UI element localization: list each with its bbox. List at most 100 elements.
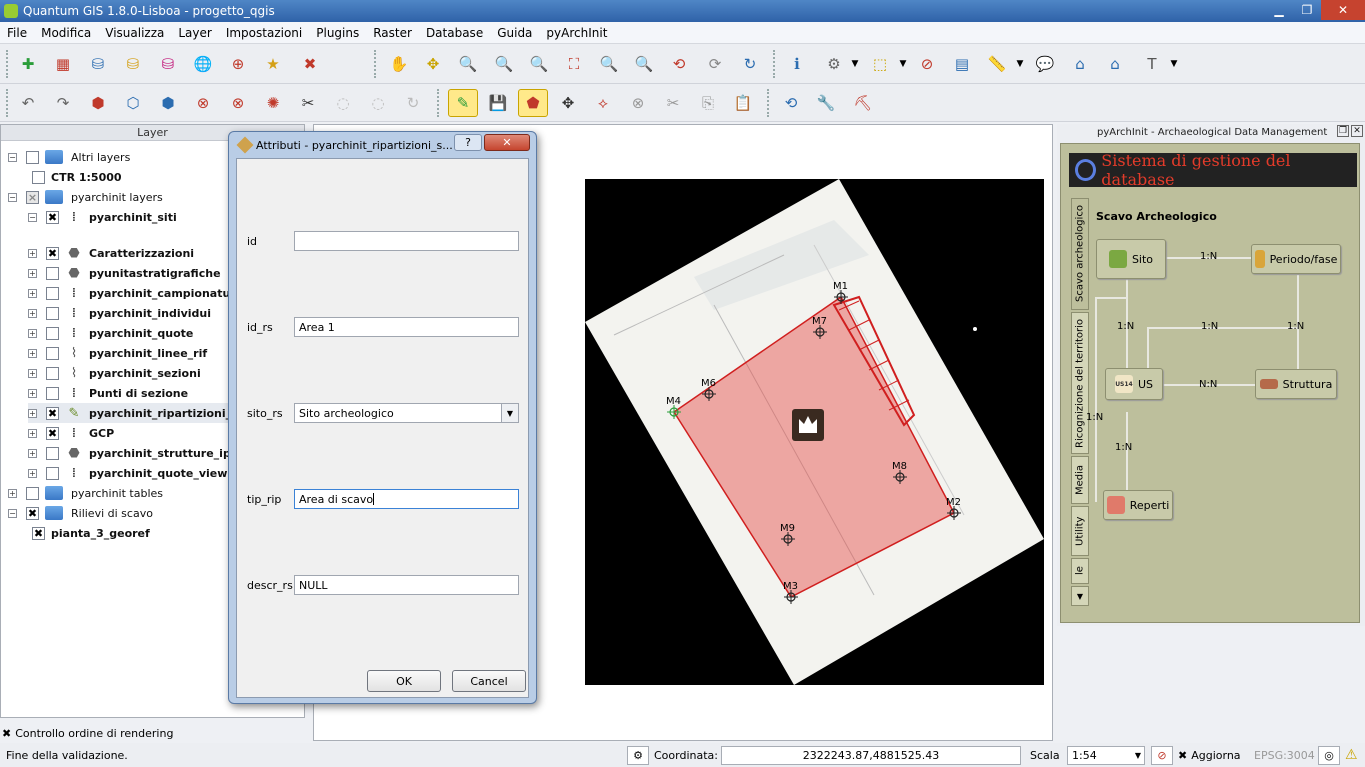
menu-database[interactable]: Database xyxy=(419,26,490,40)
offset-curve-icon[interactable]: ◌ xyxy=(331,91,355,115)
plugin-pyarchinit-icon[interactable]: ⛏ xyxy=(851,91,875,115)
identify-icon[interactable]: ℹ xyxy=(785,52,809,76)
expand-icon[interactable]: + xyxy=(28,448,37,458)
delete-selected-icon[interactable]: ⊗ xyxy=(626,91,650,115)
layer-item[interactable]: + ⁞ pyarchinit_individui xyxy=(28,303,211,323)
zoom-next-icon[interactable]: ⟳ xyxy=(703,52,727,76)
tip-rip-field[interactable]: Area di scavo xyxy=(294,489,519,509)
toggle-editing-icon[interactable]: ✎ xyxy=(448,89,478,117)
layer-visibility-checkbox[interactable]: ✖ xyxy=(26,506,39,520)
layer-visibility-checkbox[interactable]: × xyxy=(26,190,39,204)
toolbar-grip[interactable] xyxy=(767,89,770,117)
cancel-button[interactable]: Cancel xyxy=(452,670,526,692)
periodo-fase-button[interactable]: Periodo/fase xyxy=(1251,244,1341,274)
layer-visibility-checkbox[interactable] xyxy=(46,306,59,320)
layer-item[interactable]: − ✖ ⁞ pyarchinit_siti xyxy=(28,207,177,227)
collapse-icon[interactable]: − xyxy=(8,152,17,162)
deselect-icon[interactable]: ⊘ xyxy=(915,52,939,76)
expand-icon[interactable]: + xyxy=(28,368,37,378)
text-annotation-icon[interactable]: T xyxy=(1140,52,1164,76)
layer-visibility-checkbox[interactable] xyxy=(46,326,59,340)
menu-guida[interactable]: Guida xyxy=(490,26,539,40)
new-bookmark-icon[interactable]: ⌂ xyxy=(1068,52,1092,76)
menu-file[interactable]: File xyxy=(0,26,34,40)
split-features-icon[interactable]: ✂ xyxy=(296,91,320,115)
add-postgis-layer-icon[interactable]: ⛁ xyxy=(86,52,110,76)
select-features-icon[interactable]: ⬚ xyxy=(868,52,892,76)
expand-icon[interactable]: + xyxy=(28,348,37,358)
epsg-label[interactable]: EPSG:3004 xyxy=(1254,749,1315,762)
expand-icon[interactable]: + xyxy=(28,308,37,318)
layer-item[interactable]: + ⌇ pyarchinit_sezioni xyxy=(28,363,201,383)
menu-layer[interactable]: Layer xyxy=(171,26,218,40)
float-panel-icon[interactable]: ❐ xyxy=(1337,125,1349,137)
add-feature-icon[interactable]: ⬟ xyxy=(518,89,548,117)
expand-icon[interactable]: + xyxy=(28,388,37,398)
expand-icon[interactable]: + xyxy=(28,268,37,278)
descr-rs-field[interactable]: NULL xyxy=(294,575,519,595)
scale-combo[interactable]: 1:54 ▼ xyxy=(1067,746,1145,765)
close-icon[interactable]: ✕ xyxy=(1321,0,1365,20)
menu-visualizza[interactable]: Visualizza xyxy=(98,26,171,40)
plugin-refresh-icon[interactable]: ⟲ xyxy=(779,91,803,115)
toolbar-grip[interactable] xyxy=(773,50,776,78)
menu-impostazioni[interactable]: Impostazioni xyxy=(219,26,309,40)
maximize-icon[interactable]: ❐ xyxy=(1293,0,1321,20)
menu-raster[interactable]: Raster xyxy=(366,26,419,40)
layer-visibility-checkbox[interactable] xyxy=(26,486,39,500)
layer-visibility-checkbox[interactable] xyxy=(46,386,59,400)
measure-icon[interactable]: 📏 xyxy=(985,52,1009,76)
tab-utility[interactable]: Utility xyxy=(1071,506,1089,556)
redo-icon[interactable]: ↷ xyxy=(51,91,75,115)
collapse-icon[interactable]: − xyxy=(8,192,17,202)
chevron-down-icon[interactable]: ▼ xyxy=(1008,52,1032,76)
zoom-full-icon[interactable]: ⛶ xyxy=(562,52,586,76)
struttura-button[interactable]: Struttura xyxy=(1255,369,1337,399)
menu-pyarchinit[interactable]: pyArchInit xyxy=(539,26,614,40)
layer-visibility-checkbox[interactable]: ✖ xyxy=(46,406,59,420)
add-mssql-layer-icon[interactable]: ⛁ xyxy=(156,52,180,76)
toolbar-grip[interactable] xyxy=(437,89,440,117)
expand-icon[interactable]: + xyxy=(28,468,37,478)
add-wms-layer-icon[interactable]: 🌐 xyxy=(191,52,215,76)
zoom-native-icon[interactable]: 🔍 xyxy=(527,52,551,76)
delete-ring-icon[interactable]: ⊗ xyxy=(191,91,215,115)
expand-icon[interactable]: + xyxy=(28,248,37,258)
layer-item[interactable]: − Altri layers xyxy=(8,147,130,167)
layer-visibility-checkbox[interactable] xyxy=(46,286,59,300)
tab-scroll-down-icon[interactable]: ▼ xyxy=(1071,586,1089,606)
chevron-down-icon[interactable]: ▼ xyxy=(501,404,518,422)
collapse-icon[interactable]: − xyxy=(28,212,37,222)
node-tool-icon[interactable]: ⟡ xyxy=(591,91,615,115)
dialog-help-button[interactable]: ? xyxy=(454,134,482,151)
layer-item[interactable]: ✖ pianta_3_georef xyxy=(28,523,150,543)
zoom-in-icon[interactable]: 🔍 xyxy=(456,52,480,76)
layer-item[interactable]: + ⬣ pyarchinit_strutture_ipotes xyxy=(28,443,258,463)
projection-globe-icon[interactable]: ◎ xyxy=(1318,746,1340,765)
ring-icon[interactable]: ⬢ xyxy=(86,91,110,115)
layer-visibility-checkbox[interactable]: ✖ xyxy=(46,246,59,260)
expand-icon[interactable]: + xyxy=(28,288,37,298)
attribute-table-icon[interactable]: ▤ xyxy=(950,52,974,76)
sito-button[interactable]: Sito xyxy=(1096,239,1166,279)
add-ring-icon[interactable]: ⬡ xyxy=(121,91,145,115)
move-feature-icon[interactable]: ✥ xyxy=(556,91,580,115)
reshape-icon[interactable]: ✺ xyxy=(261,91,285,115)
layer-item[interactable]: + ⁞ Punti di sezione xyxy=(28,383,188,403)
minimize-icon[interactable]: ▁ xyxy=(1265,0,1293,20)
ok-button[interactable]: OK xyxy=(367,670,441,692)
add-spatialite-layer-icon[interactable]: ⛁ xyxy=(121,52,145,76)
layer-item[interactable]: + ⁞ pyarchinit_campionature xyxy=(28,283,243,303)
zoom-to-selection-icon[interactable]: 🔍 xyxy=(597,52,621,76)
collapse-icon[interactable]: − xyxy=(8,508,17,518)
new-shapefile-icon[interactable]: ★ xyxy=(261,52,285,76)
layer-item[interactable]: + ⌇ pyarchinit_linee_rif xyxy=(28,343,207,363)
id-rs-field[interactable]: Area 1 xyxy=(294,317,519,337)
layer-item[interactable]: + ⬣ pyunitastratigrafiche xyxy=(28,263,221,283)
sito-rs-select[interactable]: Sito archeologico ▼ xyxy=(294,403,519,423)
reperti-button[interactable]: Reperti xyxy=(1103,490,1173,520)
pan-to-selection-icon[interactable]: ✥ xyxy=(421,52,445,76)
dialog-close-button[interactable]: ✕ xyxy=(484,134,530,151)
layer-item[interactable]: + ⁞ pyarchinit_quote_view xyxy=(28,463,227,483)
chevron-down-icon[interactable]: ▼ xyxy=(1135,751,1141,760)
